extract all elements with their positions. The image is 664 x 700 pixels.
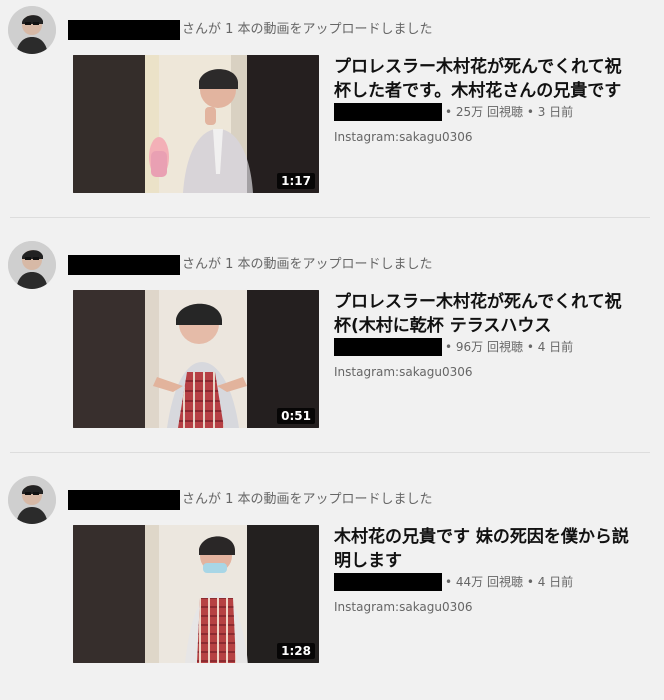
feed-item: さんが 1 本の動画をアップロードしました [0,470,664,700]
video-details: プロレスラー木村花が死んでくれて祝杯(木村に乾杯 テラスハウス • 96万 回視… [334,290,634,380]
video-thumbnail[interactable]: 1:17 [73,55,319,193]
upload-text: さんが 1 本の動画をアップロードしました [182,492,433,507]
redacted-channel-name [68,490,180,510]
meta-separator: • [445,105,456,119]
video-description: Instagram:sakagu0306 [334,600,473,614]
subscription-feed: さんが 1 本の動画をアップロードしました 1:17 プロレスラー木村花が死んで… [0,0,664,671]
duration-badge: 0:51 [277,408,315,424]
meta-separator: • [523,105,538,119]
meta-separator: • [523,340,538,354]
feed-item: さんが 1 本の動画をアップロードしました 1:17 プロレスラー木村花が死んで… [0,0,664,230]
channel-avatar[interactable] [8,241,56,289]
meta-separator: • [523,575,538,589]
duration-badge: 1:28 [277,643,315,659]
upload-text: さんが 1 本の動画をアップロードしました [182,22,433,37]
meta-separator: • [445,340,456,354]
channel-avatar[interactable] [8,6,56,54]
upload-age: 4 日前 [537,340,574,354]
feed-divider [10,452,650,453]
video-meta: • 44万 回視聴 • 4 日前 [334,573,634,591]
video-title[interactable]: プロレスラー木村花が死んでくれて祝杯(木村に乾杯 テラスハウス [334,290,634,338]
video-details: 木村花の兄貴です 妹の死因を僕から説明します • 44万 回視聴 • 4 日前 … [334,525,634,615]
meta-separator: • [445,575,456,589]
video-thumbnail[interactable]: 0:51 [73,290,319,428]
redacted-channel-link [334,338,442,356]
channel-avatar[interactable] [8,476,56,524]
duration-badge: 1:17 [277,173,315,189]
upload-age: 4 日前 [537,575,574,589]
video-thumbnail[interactable]: 1:28 [73,525,319,663]
upload-age: 3 日前 [537,105,574,119]
video-description: Instagram:sakagu0306 [334,365,473,379]
view-count: 44万 回視聴 [455,575,523,589]
upload-notice: さんが 1 本の動画をアップロードしました [68,255,433,275]
redacted-channel-link [334,573,442,591]
view-count: 96万 回視聴 [455,340,523,354]
redacted-channel-name [68,255,180,275]
upload-notice: さんが 1 本の動画をアップロードしました [68,490,433,510]
video-description: Instagram:sakagu0306 [334,130,473,144]
feed-item: さんが 1 本の動画をアップロードしました [0,235,664,465]
video-meta: • 25万 回視聴 • 3 日前 [334,103,634,121]
feed-divider [10,217,650,218]
redacted-channel-link [334,103,442,121]
upload-notice: さんが 1 本の動画をアップロードしました [68,20,433,40]
video-meta: • 96万 回視聴 • 4 日前 [334,338,634,356]
video-title[interactable]: 木村花の兄貴です 妹の死因を僕から説明します [334,525,634,573]
redacted-channel-name [68,20,180,40]
view-count: 25万 回視聴 [455,105,523,119]
video-details: プロレスラー木村花が死んでくれて祝杯した者です。木村花さんの兄貴です • 25万… [334,55,634,145]
upload-text: さんが 1 本の動画をアップロードしました [182,257,433,272]
video-title[interactable]: プロレスラー木村花が死んでくれて祝杯した者です。木村花さんの兄貴です [334,55,634,103]
